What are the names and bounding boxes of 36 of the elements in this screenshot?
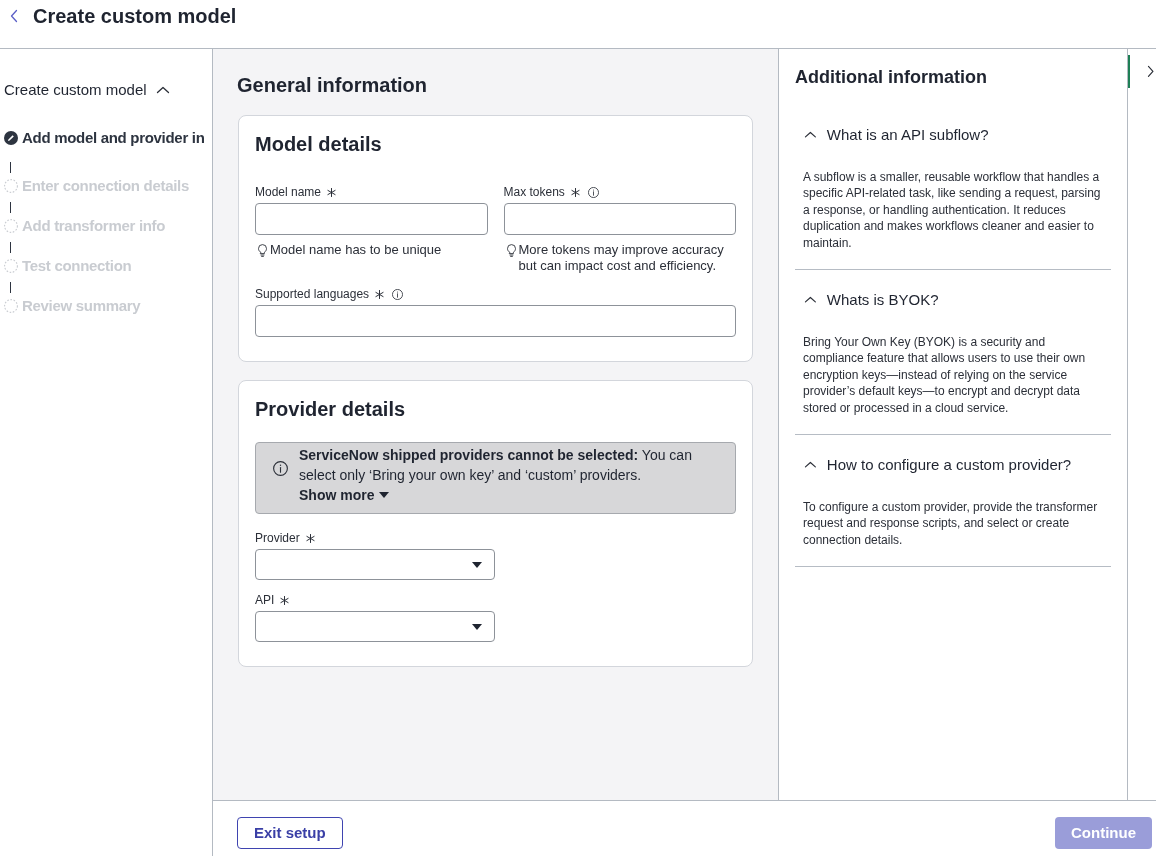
accordion-body-text: Bring Your Own Key (BYOK) is a security and compliance feature that allows users to use their own encryption keys—instead of relying on the service provider’s default keys—to encrypt and decrypt data stored or processed in a cloud service. bbox=[802, 334, 1087, 417]
page-title: Create custom model bbox=[33, 4, 237, 29]
accordion-header[interactable]: Whats is BYOK? bbox=[795, 290, 939, 311]
info-icon bbox=[273, 461, 288, 476]
field-label: Supported languages bbox=[255, 286, 370, 302]
text-input-field[interactable] bbox=[503, 203, 736, 235]
lightbulb-icon bbox=[258, 244, 267, 257]
exit-button[interactable]: Exit setup bbox=[237, 817, 343, 849]
dropdown-field[interactable] bbox=[255, 549, 495, 580]
stepper-toggle[interactable]: Create custom model bbox=[4, 80, 169, 100]
notice-text: ServiceNow shipped providers cannot be selected: You can select only ‘Bring your own key’ and ‘custom’ providers. bbox=[299, 446, 693, 485]
panel-title: Additional information bbox=[795, 66, 988, 89]
section-heading: General information bbox=[237, 73, 429, 98]
accordion-header[interactable]: How to configure a custom provider? bbox=[795, 455, 1072, 476]
caret-down-icon bbox=[472, 623, 482, 630]
card-title: Model details bbox=[255, 132, 383, 157]
accordion-body-text: To configure a custom provider, provide the transformer request and response scripts, and select or create connection details. bbox=[802, 499, 1099, 549]
text-input-field[interactable] bbox=[255, 203, 488, 235]
accordion-header[interactable]: What is an API subflow? bbox=[795, 125, 989, 145]
lightbulb-icon bbox=[506, 244, 516, 257]
panel-tab[interactable] bbox=[1128, 55, 1156, 88]
accordion-body-text: A subflow is a smaller, reusable workflow that handles a specific API-related task, like sending a request, parsing a response, or handling authentication. It reduces duplication and makes workflows cleaner and easier to maintain. bbox=[802, 169, 1102, 252]
dropdown-field[interactable] bbox=[255, 611, 495, 642]
hint-text: Model name has to be unique bbox=[270, 242, 442, 258]
field-label: Provider bbox=[255, 530, 300, 546]
step-label[interactable]: Add model and provider in bbox=[22, 126, 205, 150]
caret-down-icon bbox=[472, 561, 482, 568]
field-label: Max tokens bbox=[503, 184, 565, 200]
show-more-button[interactable]: Show more bbox=[299, 485, 390, 505]
chevron-right-icon bbox=[1147, 66, 1153, 77]
chevron-left-icon bbox=[11, 10, 17, 22]
hint-text: More tokens may improve accuracy but can impact cost and efficiency. bbox=[518, 242, 725, 274]
card-title: Provider details bbox=[255, 397, 407, 422]
field-label: Model name bbox=[255, 184, 322, 200]
field-label: API bbox=[255, 592, 275, 608]
text-input-field[interactable] bbox=[255, 305, 736, 337]
